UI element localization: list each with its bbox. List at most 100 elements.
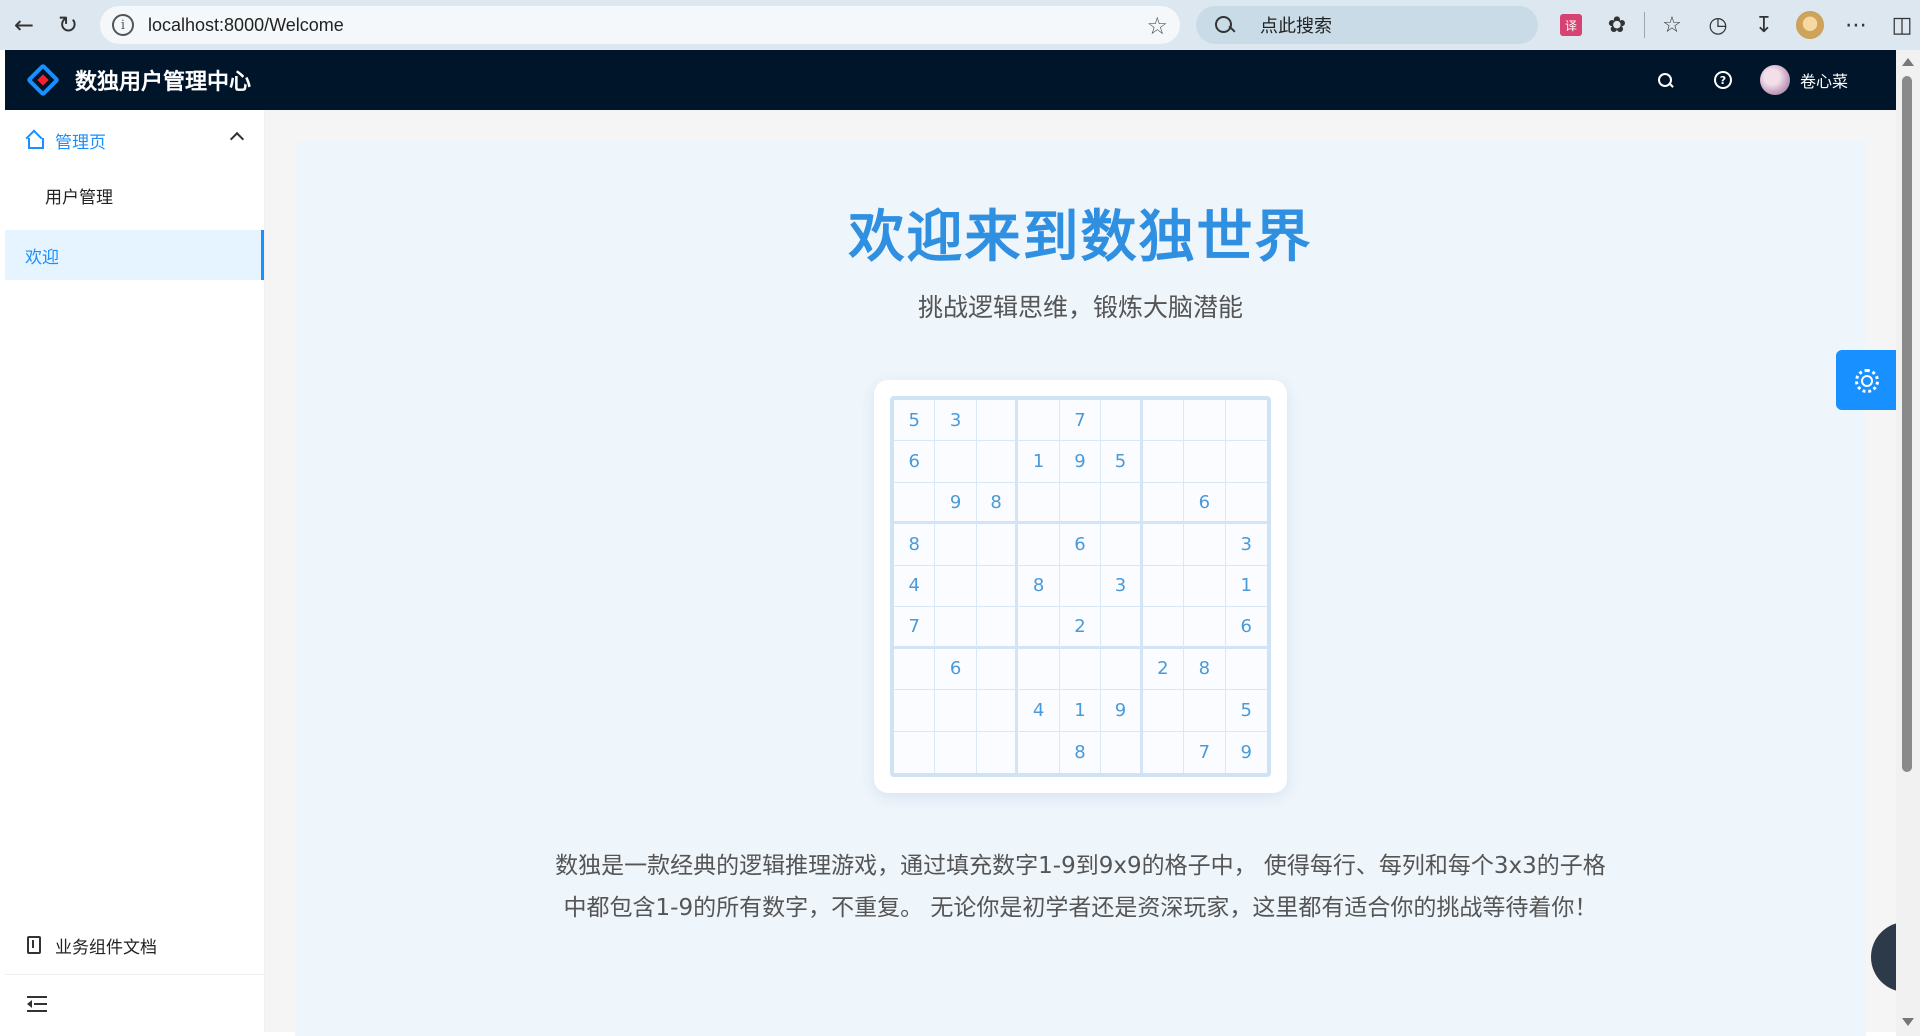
sudoku-cell[interactable]: 2 <box>1142 648 1185 691</box>
sudoku-cell[interactable] <box>1184 400 1226 442</box>
sudoku-cell[interactable] <box>1018 648 1060 691</box>
settings-button[interactable] <box>1836 350 1896 410</box>
sudoku-cell[interactable] <box>976 400 1019 442</box>
sudoku-cell[interactable] <box>935 690 977 732</box>
sudoku-cell[interactable] <box>1101 731 1143 773</box>
sudoku-cell[interactable] <box>1184 441 1226 483</box>
sudoku-cell[interactable] <box>1225 483 1267 525</box>
sudoku-cell[interactable]: 7 <box>1184 731 1226 773</box>
sudoku-cell[interactable] <box>1018 482 1060 525</box>
info-icon[interactable]: i <box>112 14 134 36</box>
sudoku-cell[interactable] <box>1018 400 1060 442</box>
page-scrollbar[interactable] <box>1896 50 1920 1036</box>
sudoku-cell[interactable] <box>1225 400 1267 442</box>
sudoku-cell[interactable]: 2 <box>1059 607 1102 649</box>
sudoku-cell[interactable] <box>1018 607 1060 649</box>
sudoku-cell[interactable] <box>1101 648 1143 691</box>
sudoku-cell[interactable] <box>1184 607 1226 649</box>
sudoku-cell[interactable]: 6 <box>894 441 936 483</box>
favorites-icon[interactable]: ☆ <box>1649 3 1695 47</box>
scroll-thumb[interactable] <box>1902 76 1912 772</box>
sudoku-cell[interactable] <box>976 524 1019 566</box>
sudoku-cell[interactable]: 7 <box>894 607 936 649</box>
user-menu[interactable]: 卷心菜 <box>1759 65 1848 95</box>
app-title[interactable]: 数独用户管理中心 <box>75 64 251 96</box>
sudoku-cell[interactable] <box>894 648 936 691</box>
sudoku-cell[interactable] <box>1142 565 1185 608</box>
extensions-icon[interactable]: ✿ <box>1594 3 1640 47</box>
sudoku-cell[interactable] <box>894 731 936 773</box>
sudoku-cell[interactable] <box>1142 482 1185 525</box>
sudoku-cell[interactable]: 6 <box>1184 482 1226 525</box>
profile-icon[interactable] <box>1787 3 1833 47</box>
sudoku-cell[interactable] <box>894 690 936 732</box>
sudoku-cell[interactable] <box>1225 649 1267 691</box>
sudoku-cell[interactable]: 1 <box>1018 441 1060 483</box>
reload-icon[interactable]: ↻ <box>46 3 90 47</box>
sudoku-cell[interactable] <box>935 441 977 483</box>
sudoku-cell[interactable]: 6 <box>1225 607 1267 649</box>
logo-icon[interactable] <box>25 62 61 98</box>
avatar[interactable] <box>1759 65 1790 95</box>
collapse-sidebar-button[interactable] <box>5 974 264 1032</box>
sudoku-cell[interactable] <box>976 441 1019 483</box>
download-icon[interactable]: ↧ <box>1741 3 1787 47</box>
sidebar-toggle-icon[interactable]: ◫ <box>1879 3 1920 47</box>
header-help-button[interactable]: ? <box>1694 50 1752 110</box>
chevron-up-icon[interactable] <box>229 131 245 147</box>
scroll-up-icon[interactable] <box>1902 58 1914 66</box>
sudoku-cell[interactable]: 1 <box>1225 566 1267 608</box>
sudoku-cell[interactable]: 5 <box>1101 441 1143 483</box>
sudoku-cell[interactable]: 3 <box>935 400 977 442</box>
sudoku-cell[interactable] <box>977 731 1019 773</box>
sudoku-cell[interactable] <box>1142 690 1185 732</box>
sudoku-cell[interactable]: 5 <box>1225 690 1267 732</box>
favorite-star-icon[interactable]: ☆ <box>1146 12 1168 40</box>
sudoku-cell[interactable] <box>1184 524 1226 566</box>
sudoku-cell[interactable] <box>935 731 977 773</box>
sidebar-item-user-management[interactable]: 用户管理 <box>5 170 264 220</box>
sudoku-cell[interactable] <box>976 565 1019 608</box>
sudoku-cell[interactable] <box>1142 607 1185 649</box>
more-icon[interactable]: ⋯ <box>1833 3 1879 47</box>
sudoku-cell[interactable]: 9 <box>1226 732 1267 773</box>
address-bar[interactable]: i localhost:8000/Welcome ☆ <box>100 6 1180 44</box>
sudoku-cell[interactable]: 9 <box>935 482 977 525</box>
back-icon[interactable]: ← <box>2 3 46 47</box>
header-search-button[interactable] <box>1636 50 1694 110</box>
sudoku-cell[interactable]: 9 <box>1101 690 1143 732</box>
scroll-down-icon[interactable] <box>1902 1018 1914 1026</box>
sudoku-cell[interactable]: 9 <box>1059 441 1102 483</box>
sudoku-cell[interactable] <box>1184 690 1226 732</box>
sudoku-cell[interactable]: 8 <box>976 482 1019 525</box>
sudoku-cell[interactable] <box>1142 400 1185 442</box>
sudoku-cell[interactable] <box>976 690 1019 732</box>
sudoku-cell[interactable] <box>1101 607 1143 649</box>
sudoku-cell[interactable] <box>1059 482 1102 525</box>
sudoku-cell[interactable] <box>1018 731 1060 773</box>
url-text[interactable]: localhost:8000/Welcome <box>148 15 344 36</box>
sudoku-cell[interactable] <box>1101 400 1143 442</box>
history-icon[interactable]: ◷ <box>1695 3 1741 47</box>
sudoku-cell[interactable] <box>1059 648 1102 691</box>
user-name[interactable]: 卷心菜 <box>1800 68 1848 92</box>
sudoku-cell[interactable] <box>1059 565 1102 608</box>
sudoku-cell[interactable] <box>1142 524 1185 566</box>
sudoku-cell[interactable] <box>935 565 977 608</box>
sudoku-cell[interactable] <box>935 607 977 649</box>
sudoku-cell[interactable] <box>1101 482 1143 525</box>
sudoku-cell[interactable] <box>1184 565 1226 608</box>
sidebar-item-welcome[interactable]: 欢迎 <box>5 230 264 280</box>
sudoku-cell[interactable]: 8 <box>1060 731 1102 773</box>
sudoku-cell[interactable]: 4 <box>1018 690 1060 732</box>
sudoku-cell[interactable] <box>935 524 977 566</box>
sudoku-cell[interactable] <box>1142 441 1185 483</box>
sudoku-cell[interactable] <box>976 607 1019 649</box>
sudoku-cell[interactable] <box>1101 524 1143 566</box>
docs-link[interactable]: 业务组件文档 <box>5 916 264 974</box>
sudoku-cell[interactable]: 1 <box>1059 690 1102 732</box>
browser-search-box[interactable]: 点此搜索 <box>1196 6 1538 44</box>
translate-icon[interactable]: 译 <box>1548 3 1594 47</box>
sudoku-cell[interactable] <box>894 482 936 525</box>
sudoku-cell[interactable]: 4 <box>894 565 936 608</box>
